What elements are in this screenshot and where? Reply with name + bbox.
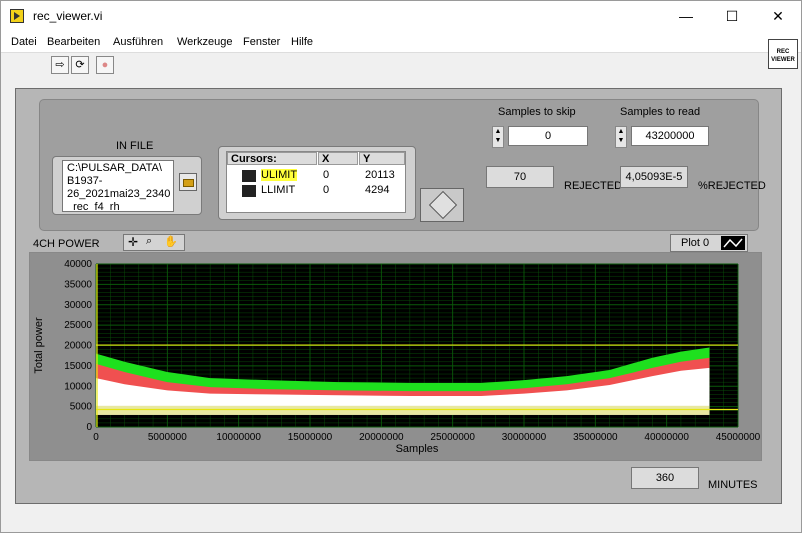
browse-folder-icon[interactable]	[179, 173, 197, 191]
minutes-indicator: 360	[631, 467, 699, 489]
pan-tool-icon[interactable]: ✋	[164, 235, 178, 248]
zoom-tool-icon[interactable]: ⌕	[146, 235, 152, 248]
x-tick-label: 25000000	[430, 432, 475, 443]
close-button[interactable]: ✕	[755, 1, 801, 31]
menu-bearbeiten[interactable]: Bearbeiten	[47, 36, 100, 48]
rejected-label: REJECTED	[564, 180, 623, 192]
vi-icon-line2: VIEWER	[771, 57, 795, 63]
x-tick-label: 40000000	[644, 432, 689, 443]
abort-icon[interactable]: ●	[96, 56, 114, 74]
title-bar: rec_viewer.vi — ☐ ✕	[1, 1, 801, 31]
y-tick-label: 40000	[64, 259, 92, 270]
path-line-3: 26_2021mai23_2340	[67, 188, 171, 200]
y-tick-label: 25000	[64, 320, 92, 331]
cursor-col-y: Y	[359, 152, 405, 165]
menu-ausfuehren[interactable]: Ausführen	[113, 36, 163, 48]
menu-datei[interactable]: Datei	[11, 36, 37, 48]
low-band	[96, 405, 710, 415]
x-tick-label: 35000000	[573, 432, 618, 443]
controls-group: IN FILE C:\PULSAR_DATA\ B1937- 26_2021ma…	[39, 99, 766, 231]
y-tick-label: 15000	[64, 361, 92, 372]
cursor-header: Cursors:	[227, 152, 317, 165]
graph-palette: ✛ ⌕ ✋	[123, 234, 185, 251]
y-tick-label: 20000	[64, 341, 92, 352]
plot-legend[interactable]: Plot 0	[670, 234, 748, 252]
y-tick-label: 0	[86, 422, 92, 433]
cursor-ulimit-x: 0	[323, 169, 330, 181]
samples-to-skip-input[interactable]: 0	[508, 126, 588, 146]
cursor-ulimit-y: 20113	[365, 169, 395, 181]
y-axis-label: Total power	[33, 317, 45, 374]
x-axis-label: Samples	[396, 443, 439, 455]
power-graph: 0 5000000 10000000 15000000 20000000 25000000…	[29, 252, 762, 461]
x-tick-label: 30000000	[502, 432, 547, 443]
minutes-label: MINUTES	[708, 479, 758, 491]
maximize-button[interactable]: ☐	[709, 1, 755, 31]
in-file-path-input[interactable]: C:\PULSAR_DATA\ B1937- 26_2021mai23_2340…	[62, 160, 174, 212]
run-continuously-icon[interactable]: ⟳	[71, 56, 89, 74]
y-tick-label: 30000	[64, 300, 92, 311]
menu-bar: Datei Bearbeiten Ausführen Werkzeuge Fen…	[1, 31, 801, 53]
path-line-1: C:\PULSAR_DATA\	[67, 162, 162, 174]
y-tick-label: 35000	[64, 279, 92, 290]
samples-to-read-input[interactable]: 43200000	[631, 126, 709, 146]
labview-app-icon	[10, 9, 24, 23]
read-spinner-icon[interactable]: ▲ ▼	[615, 126, 627, 148]
x-tick-label: 45000000	[716, 432, 761, 443]
x-tick-label: 20000000	[359, 432, 404, 443]
x-tick-label: 0	[93, 432, 99, 443]
menu-werkzeuge[interactable]: Werkzeuge	[177, 36, 232, 48]
rejected-indicator: 70	[486, 166, 554, 188]
vi-window: rec_viewer.vi — ☐ ✕ Datei Bearbeiten Aus…	[0, 0, 802, 533]
cursor-row-llimit[interactable]: LLIMIT	[261, 184, 295, 196]
y-tick-label: 10000	[64, 381, 92, 392]
vi-icon: REC VIEWER	[768, 39, 798, 69]
samples-to-skip-label: Samples to skip	[498, 106, 576, 118]
power-chart: 0 5000000 10000000 15000000 20000000 25000000…	[33, 259, 761, 455]
menu-hilfe[interactable]: Hilfe	[291, 36, 313, 48]
skip-spinner-icon[interactable]: ▲ ▼	[492, 126, 504, 148]
y-tick-label: 5000	[70, 402, 93, 413]
toolbar: ⇨ ⟳ ●	[1, 53, 801, 78]
cursor-move-pad[interactable]	[420, 188, 464, 222]
menu-fenster[interactable]: Fenster	[243, 36, 280, 48]
cursor-marker-icon[interactable]	[242, 185, 256, 197]
window-title: rec_viewer.vi	[33, 9, 103, 23]
front-panel: IN FILE C:\PULSAR_DATA\ B1937- 26_2021ma…	[15, 88, 782, 504]
plot-legend-label: Plot 0	[681, 237, 710, 249]
vi-icon-line1: REC	[776, 49, 790, 55]
minimize-button[interactable]: —	[663, 1, 709, 31]
percent-rejected-label: %REJECTED	[698, 180, 766, 192]
path-line-2: B1937-	[67, 175, 103, 187]
cursor-llimit-y: 4294	[365, 184, 390, 196]
cursor-legend: Cursors: X Y ULIMIT 0 20113 LLIMIT 0 429…	[226, 151, 406, 213]
cursor-row-ulimit[interactable]: ULIMIT	[261, 169, 298, 181]
cursor-marker-icon[interactable]	[242, 170, 256, 182]
run-arrow-icon[interactable]: ⇨	[51, 56, 69, 74]
cursor-tool-icon[interactable]: ✛	[128, 235, 138, 249]
samples-to-read-label: Samples to read	[620, 106, 701, 118]
x-tick-label: 10000000	[216, 432, 261, 443]
x-tick-label: 5000000	[148, 432, 187, 443]
path-line-4: _rec_f4_rh	[67, 201, 120, 212]
x-tick-label: 15000000	[288, 432, 333, 443]
cursor-col-x: X	[318, 152, 358, 165]
cursor-llimit-x: 0	[323, 184, 330, 196]
graph-title: 4CH POWER	[33, 238, 100, 250]
in-file-label: IN FILE	[116, 140, 154, 152]
percent-rejected-indicator: 4,05093E-5	[620, 166, 688, 188]
plot-line-icon	[721, 236, 745, 250]
